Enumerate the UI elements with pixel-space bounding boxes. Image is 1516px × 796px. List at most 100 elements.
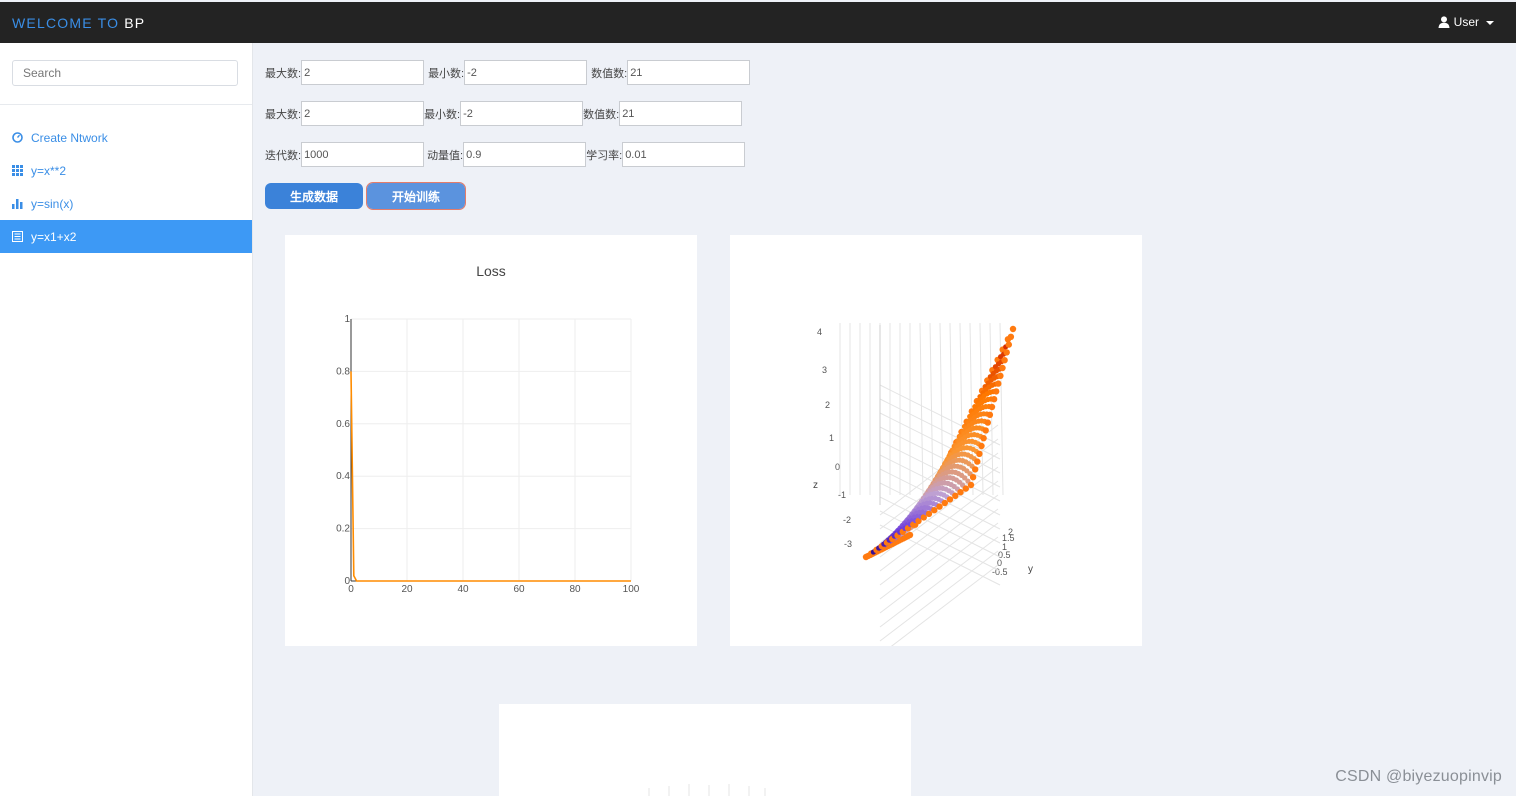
y-tick-label: 1 bbox=[344, 314, 350, 325]
count-label: 数值数: bbox=[583, 108, 620, 121]
sidebar-item-create-network[interactable]: Create Ntwork bbox=[0, 121, 252, 154]
min-input-x2[interactable] bbox=[460, 101, 584, 126]
min-label: 最小数: bbox=[424, 108, 461, 121]
scatter-point bbox=[980, 435, 987, 442]
scatter-gridline bbox=[879, 536, 999, 628]
scatter-point bbox=[982, 427, 989, 434]
sidebar-item-label: y=sin(x) bbox=[31, 196, 74, 211]
z-tick-label: 4 bbox=[817, 327, 822, 337]
form-row-x2: 最大数: 最小数: 数值数: bbox=[265, 101, 743, 126]
z-tick-label: 3 bbox=[822, 365, 827, 375]
scatter-point bbox=[941, 499, 948, 507]
sidebar-item-label: Create Ntwork bbox=[31, 130, 108, 145]
z-tick-label: -3 bbox=[844, 539, 852, 549]
brand-prefix: WELCOME TO bbox=[12, 15, 120, 31]
top-navbar: WELCOME TO BP User bbox=[0, 2, 1516, 43]
brand-name: BP bbox=[124, 15, 146, 31]
scatter-gridline bbox=[879, 550, 999, 642]
scatter-point bbox=[969, 474, 977, 481]
sidebar-divider bbox=[0, 104, 252, 105]
x-tick-label: 100 bbox=[623, 584, 640, 595]
z-tick-label: 1 bbox=[829, 433, 834, 443]
y-tick-label: 0.8 bbox=[336, 366, 350, 377]
start-training-button[interactable]: 开始训练 bbox=[366, 182, 466, 210]
user-label: User bbox=[1453, 15, 1479, 29]
iter-label: 迭代数: bbox=[265, 149, 302, 162]
scatter-point bbox=[925, 510, 933, 517]
scatter-point bbox=[1009, 325, 1017, 333]
scatter-point bbox=[978, 442, 985, 450]
scatter-point bbox=[962, 485, 969, 492]
list-icon bbox=[12, 231, 23, 242]
scatter-point bbox=[999, 364, 1006, 372]
third-chart-partial bbox=[648, 784, 766, 796]
form-row-x1: 最大数: 最小数: 数值数: bbox=[265, 60, 751, 85]
third-chart-card bbox=[499, 704, 911, 796]
search-input[interactable] bbox=[12, 60, 238, 86]
bar-chart-icon bbox=[12, 199, 23, 209]
scatter-point bbox=[1007, 333, 1015, 340]
scatter-point bbox=[986, 411, 994, 418]
loss-chart[interactable]: Loss0 20 40 60 80 10000.20.40.60.81 bbox=[285, 235, 697, 646]
scatter-gridlines bbox=[839, 322, 1004, 646]
scatter-point bbox=[976, 450, 983, 457]
sidebar-item-y-sin-x[interactable]: y=sin(x) bbox=[0, 187, 252, 220]
caret-down-icon bbox=[1486, 20, 1494, 25]
brand[interactable]: WELCOME TO BP bbox=[12, 15, 145, 31]
grid-icon bbox=[12, 165, 23, 176]
scatter-point bbox=[957, 489, 964, 496]
form-row-train: 迭代数: 动量值: 学习率: bbox=[265, 142, 746, 167]
scatter-point bbox=[1001, 357, 1008, 364]
iterations-input[interactable] bbox=[301, 142, 425, 167]
z-tick-label: -2 bbox=[843, 515, 851, 525]
scatter-gridline bbox=[890, 564, 999, 646]
scatter-point bbox=[997, 372, 1004, 379]
learning-rate-input[interactable] bbox=[622, 142, 746, 167]
x-tick-label: 60 bbox=[513, 584, 525, 595]
generate-data-button[interactable]: 生成数据 bbox=[265, 183, 363, 209]
scatter-point bbox=[936, 503, 943, 510]
user-icon bbox=[1438, 16, 1450, 28]
scatter-point bbox=[995, 380, 1002, 387]
z-tick-label: -1 bbox=[838, 490, 846, 500]
scatter-point bbox=[990, 396, 998, 403]
scatter-point bbox=[1003, 349, 1010, 356]
z-axis-label: z bbox=[813, 480, 818, 491]
y-tick-label: 0 bbox=[344, 576, 350, 587]
scatter-gridline bbox=[949, 322, 954, 496]
count-label: 数值数: bbox=[591, 67, 628, 80]
x-tick-label: 20 bbox=[401, 584, 413, 595]
scatter-point bbox=[993, 388, 1000, 395]
max-label: 最大数: bbox=[265, 67, 302, 80]
scatter-point bbox=[967, 481, 975, 489]
max-input-x1[interactable] bbox=[301, 60, 425, 85]
z-tick-label: 2 bbox=[825, 400, 830, 410]
scatter3d-chart[interactable]: 43210-1-2-3z21.510.50-0.5 y bbox=[730, 235, 1142, 646]
loss-chart-card: Loss 0 20 40 60 80 100 0 0.2 0.4 0.6 0.8 1 bbox=[285, 235, 697, 646]
scatter-gridline bbox=[919, 322, 924, 496]
scatter-gridline bbox=[929, 322, 934, 496]
y-axis-label: y bbox=[1028, 564, 1033, 575]
sidebar-item-y-x1-plus-x2[interactable]: y=x1+x2 bbox=[0, 220, 252, 253]
momentum-label: 动量值: bbox=[427, 149, 464, 162]
x-tick-label: 40 bbox=[457, 584, 469, 595]
user-menu[interactable]: User bbox=[1438, 15, 1494, 29]
sidebar-item-label: y=x1+x2 bbox=[31, 229, 77, 244]
scatter-point bbox=[931, 507, 938, 514]
min-input-x1[interactable] bbox=[464, 60, 588, 85]
scatter-point bbox=[946, 496, 954, 503]
momentum-input[interactable] bbox=[463, 142, 587, 167]
scatter-point bbox=[984, 419, 991, 426]
sidebar: Create Ntwork y=x**2 y=sin(x) y=x1+x2 bbox=[0, 43, 253, 796]
dashboard-icon bbox=[12, 132, 23, 143]
sidebar-item-y-x-squared[interactable]: y=x**2 bbox=[0, 154, 252, 187]
min-label: 最小数: bbox=[428, 67, 465, 80]
z-tick-label: 0 bbox=[835, 462, 840, 472]
count-input-x1[interactable] bbox=[627, 60, 751, 85]
count-input-x2[interactable] bbox=[619, 101, 743, 126]
y-tick-label: 0.6 bbox=[336, 419, 350, 430]
max-input-x2[interactable] bbox=[301, 101, 425, 126]
sidebar-nav: Create Ntwork y=x**2 y=sin(x) y=x1+x2 bbox=[0, 121, 252, 253]
scatter3d-chart-card: 4 3 2 1 0 -1 -2 -3 z 2 1.5 1 0.5 0 -0.5 y bbox=[730, 235, 1142, 646]
watermark: CSDN @biyezuopinvip bbox=[1335, 768, 1502, 785]
